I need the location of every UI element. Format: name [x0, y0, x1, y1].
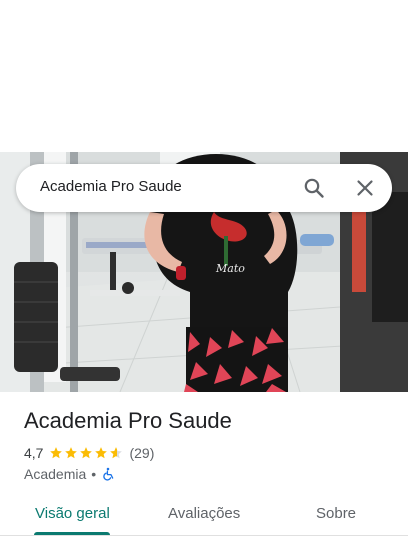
place-category: Academia	[24, 466, 87, 482]
separator-dot: •	[91, 466, 97, 482]
search-input[interactable]: Academia Pro Saude	[40, 178, 182, 195]
star-icon	[65, 447, 78, 459]
half-star-icon	[110, 447, 123, 459]
tabs-divider	[0, 535, 408, 536]
rating-stars	[49, 446, 124, 460]
star-icon	[95, 447, 108, 459]
svg-text:Mato: Mato	[215, 262, 245, 275]
tab-reviews[interactable]: Avaliações	[168, 505, 240, 522]
review-count[interactable]: (29)	[129, 445, 154, 461]
rating-row[interactable]: 4,7 (29)	[24, 444, 154, 462]
place-title: Academia Pro Saude	[24, 408, 232, 433]
search-bar[interactable]: Academia Pro Saude	[16, 164, 392, 212]
star-icon	[80, 447, 93, 459]
rating-value: 4,7	[24, 445, 44, 461]
blank-area	[0, 0, 408, 152]
star-icon	[50, 447, 63, 459]
wheelchair-icon	[101, 467, 115, 481]
close-icon[interactable]	[353, 176, 377, 200]
category-row: Academia •	[24, 465, 115, 483]
tab-about[interactable]: Sobre	[316, 505, 356, 522]
tab-overview[interactable]: Visão geral	[35, 505, 110, 522]
search-icon[interactable]	[302, 176, 326, 200]
